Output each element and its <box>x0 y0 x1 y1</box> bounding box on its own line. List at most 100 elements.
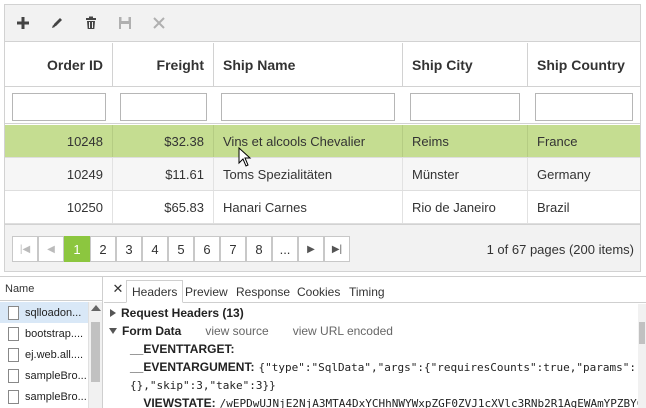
grid-pager: |◀ ◀ 1 2 3 4 5 6 7 8 ... ▶ ▶| 1 of 67 pa… <box>5 224 640 271</box>
cell-ship-city: Münster <box>403 158 528 190</box>
cell-freight: $65.83 <box>113 191 214 223</box>
filter-input-order-id[interactable] <box>12 93 106 121</box>
tab-headers[interactable]: Headers <box>126 280 184 303</box>
column-header-ship-name[interactable]: Ship Name <box>214 43 403 86</box>
request-item[interactable]: sqlloadon... <box>0 302 88 323</box>
table-row[interactable]: 10250 $65.83 Hanari Carnes Rio de Janeir… <box>5 191 640 224</box>
page-button-more[interactable]: ... <box>272 236 298 262</box>
filter-input-ship-city[interactable] <box>410 93 520 121</box>
request-item[interactable]: ej.web.all.... <box>0 344 88 365</box>
data-grid: Order ID Freight Ship Name Ship City Shi… <box>4 4 641 272</box>
page-button-2[interactable]: 2 <box>90 236 116 262</box>
save-icon[interactable] <box>115 13 135 33</box>
scrollbar-thumb[interactable] <box>91 322 100 382</box>
table-row[interactable]: 10248 $32.38 Vins et alcools Chevalier R… <box>5 125 640 158</box>
page-button-1[interactable]: 1 <box>64 236 90 262</box>
cell-ship-country: Germany <box>537 166 591 182</box>
view-url-encoded-link[interactable]: view URL encoded <box>293 324 393 338</box>
next-page-button[interactable]: ▶ <box>298 236 324 262</box>
request-list-scrollbar[interactable] <box>88 302 102 408</box>
network-request-list: Name sqlloadon... bootstrap.... ej.web.a… <box>0 277 103 408</box>
tab-timing[interactable]: Timing <box>344 280 390 303</box>
plus-icon[interactable] <box>13 13 33 33</box>
cell-ship-name: Hanari Carnes <box>214 191 403 223</box>
page-button-8[interactable]: 8 <box>246 236 272 262</box>
form-param: __EVENTARGUMENT: {"type":"SqlData","args… <box>130 358 636 376</box>
devtools-panel: Name sqlloadon... bootstrap.... ej.web.a… <box>0 276 646 408</box>
grid-filter-row <box>5 88 640 124</box>
prev-page-button[interactable]: ◀ <box>38 236 64 262</box>
form-param-continued: {},"skip":3,"take":3}} <box>130 376 276 394</box>
param-value: {"type":"SqlData","args":{"requiresCount… <box>258 360 636 374</box>
form-data-section[interactable]: Form Data view source view URL encoded <box>104 322 393 340</box>
form-param: __EVENTTARGET: <box>130 340 238 358</box>
tab-preview[interactable]: Preview <box>180 280 233 303</box>
filter-input-ship-name[interactable] <box>221 93 395 121</box>
column-header-ship-country[interactable]: Ship Country <box>528 43 640 86</box>
scrollbar-thumb[interactable] <box>639 322 645 344</box>
request-item-label: sqlloadon... <box>25 306 82 319</box>
request-item[interactable]: sampleBro... <box>0 386 88 407</box>
grid-header-row: Order ID Freight Ship Name Ship City Shi… <box>5 43 640 87</box>
cell-ship-country: France <box>537 133 578 149</box>
request-item-label: sampleBro... <box>25 390 87 403</box>
request-headers-section[interactable]: Request Headers (13) <box>104 304 244 322</box>
request-item-label: bootstrap.... <box>25 327 84 340</box>
file-icon <box>8 326 19 341</box>
filter-input-freight[interactable] <box>120 93 207 121</box>
param-value: {},"skip":3,"take":3}} <box>130 378 276 392</box>
close-icon[interactable] <box>149 13 169 33</box>
cell-ship-city: Reims <box>403 125 528 157</box>
cell-order-id: 10250 <box>5 191 113 223</box>
close-icon[interactable]: ✕ <box>110 281 126 297</box>
pager-info: 1 of 67 pages (200 items) <box>486 241 634 257</box>
file-icon <box>8 389 19 404</box>
filter-input-ship-country[interactable] <box>535 93 633 121</box>
cell-order-id: 10248 <box>5 125 113 157</box>
trash-icon[interactable] <box>81 13 101 33</box>
grid-toolbar <box>5 5 640 42</box>
last-page-button[interactable]: ▶| <box>324 236 350 262</box>
param-key: __VIEWSTATE: <box>130 396 216 408</box>
headers-panel-scrollbar[interactable] <box>638 304 646 408</box>
tab-cookies[interactable]: Cookies <box>292 280 345 303</box>
param-key: __EVENTARGUMENT: <box>130 360 255 374</box>
file-icon <box>8 347 19 362</box>
cell-freight: $11.61 <box>113 158 214 190</box>
form-param: __VIEWSTATE: /wEPDwUJNjE2NjA3MTA4DxYCHhN… <box>130 394 643 408</box>
file-icon <box>8 368 19 383</box>
page-button-5[interactable]: 5 <box>168 236 194 262</box>
view-source-link[interactable]: view source <box>205 324 268 338</box>
column-header-freight[interactable]: Freight <box>113 43 214 86</box>
column-header-order-id[interactable]: Order ID <box>5 43 113 86</box>
tab-response[interactable]: Response <box>231 280 295 303</box>
devtools-tab-bar: ✕ Headers Preview Response Cookies Timin… <box>104 277 646 303</box>
pencil-icon[interactable] <box>47 13 67 33</box>
scroll-up-icon[interactable] <box>91 305 101 311</box>
page-button-6[interactable]: 6 <box>194 236 220 262</box>
headers-panel: Request Headers (13) Form Data view sour… <box>104 304 643 408</box>
cell-ship-city: Rio de Janeiro <box>403 191 528 223</box>
section-title: Request Headers (13) <box>121 306 244 320</box>
request-item[interactable]: bootstrap.... <box>0 323 88 344</box>
page-button-4[interactable]: 4 <box>142 236 168 262</box>
request-item-label: sampleBro... <box>25 369 87 382</box>
cell-freight: $32.38 <box>113 125 214 157</box>
expand-arrow-icon <box>110 309 116 317</box>
first-page-button[interactable]: |◀ <box>12 236 38 262</box>
cell-ship-country: Brazil <box>537 199 570 215</box>
column-header-ship-city[interactable]: Ship City <box>403 43 528 86</box>
table-row[interactable]: 10249 $11.61 Toms Spezialitäten Münster … <box>5 158 640 191</box>
cell-order-id: 10249 <box>5 158 113 190</box>
section-title: Form Data <box>122 324 182 338</box>
param-value: /wEPDwUJNjE2NjA3MTA4DxYCHhNWYWxpZGF0ZVJ1… <box>219 396 644 408</box>
name-column-header[interactable]: Name <box>0 277 103 301</box>
mouse-cursor-icon <box>238 147 252 167</box>
request-file-list: sqlloadon... bootstrap.... ej.web.all...… <box>0 302 88 407</box>
request-item[interactable]: sampleBro... <box>0 365 88 386</box>
request-item-label: ej.web.all.... <box>25 348 84 361</box>
page-button-3[interactable]: 3 <box>116 236 142 262</box>
param-key: __EVENTTARGET: <box>130 342 235 356</box>
file-icon <box>8 305 19 320</box>
page-button-7[interactable]: 7 <box>220 236 246 262</box>
